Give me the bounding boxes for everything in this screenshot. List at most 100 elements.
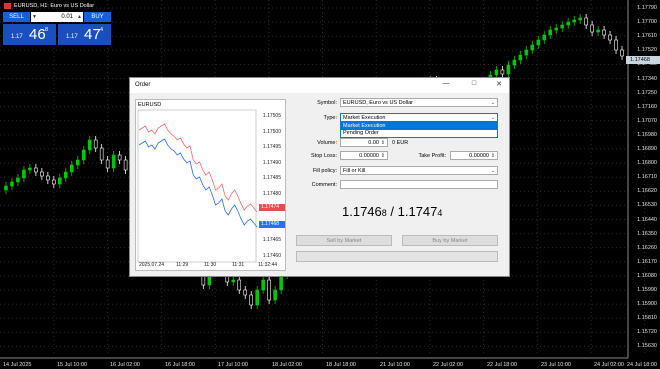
price-tick-label: 1.16710 xyxy=(637,174,657,181)
price-tick-label: 1.15720 xyxy=(637,329,657,336)
type-label: Type: xyxy=(323,115,337,121)
symbol-flag-icon xyxy=(4,3,11,9)
close-icon[interactable]: ✕ xyxy=(494,80,504,88)
candle-body xyxy=(620,49,624,57)
tick-price-label: 1.17505 xyxy=(262,113,281,119)
chevron-up-icon[interactable]: ▲ xyxy=(76,14,83,20)
volume-stepper[interactable]: ▼ 0.01 ▲ xyxy=(31,12,83,22)
maximize-icon[interactable]: □ xyxy=(469,80,479,87)
candle-body xyxy=(536,39,541,46)
chart-title-text: EURUSD, H1: Euro vs US Dollar xyxy=(14,3,95,9)
price-tick-label: 1.17520 xyxy=(637,47,657,54)
fill-policy-select[interactable]: Fill or Kill ⌄ xyxy=(340,166,498,175)
buy-price-pip: 4 xyxy=(100,27,104,33)
buy-by-market-button[interactable]: Buy by Market xyxy=(402,235,498,246)
type-dropdown-list: Market Execution Pending Order xyxy=(340,122,498,138)
volume-field-value: 0.00 xyxy=(368,140,379,146)
spinner-icon[interactable]: ⇕ xyxy=(381,139,385,147)
tick-price-label: 1.17460 xyxy=(262,252,281,259)
candle-body xyxy=(117,154,122,161)
time-tick-label: 14 Jul 2025 xyxy=(3,362,32,368)
comment-label: Comment: xyxy=(311,182,337,188)
candle-body xyxy=(58,177,62,185)
time-tick-label: 22 Jul 02:00 xyxy=(433,362,463,368)
candle-body xyxy=(111,154,116,169)
price-tick-label: 1.17340 xyxy=(637,75,657,82)
candle-body xyxy=(10,181,14,187)
price-tick-label: 1.15810 xyxy=(637,315,657,322)
sell-by-market-button[interactable]: Sell by Market xyxy=(296,235,392,246)
tick-chart: EURUSD 1.17505 1.17500 1.17495 1.17490 1.174… xyxy=(135,99,286,271)
buy-price-display[interactable]: 1.17 47 4 xyxy=(58,24,111,45)
symbol-select[interactable]: EURUSD, Euro vs US Dollar ⌄ xyxy=(340,98,498,107)
sell-price-prefix: 1.17 xyxy=(11,34,23,40)
type-option-pending[interactable]: Pending Order xyxy=(341,130,497,137)
time-tick-label: 15 Jul 10:00 xyxy=(57,362,87,368)
spinner-icon[interactable]: ⇕ xyxy=(491,152,495,160)
candle-body xyxy=(93,139,98,149)
time-tick-label: 21 Jul 10:00 xyxy=(380,362,410,368)
candle-body xyxy=(608,34,612,41)
take-profit-label: Take Profit: xyxy=(418,153,446,159)
stop-loss-field[interactable]: 0.00000 ⇕ xyxy=(340,151,388,160)
time-tick-label: 24 Jul 02:00 xyxy=(594,362,624,368)
candle-body xyxy=(243,289,248,296)
tick-price-label: 1.17490 xyxy=(262,159,281,166)
candle-body xyxy=(52,179,56,185)
tick-time-label: 11:32:44 xyxy=(258,262,278,268)
buy-price-prefix: 1.17 xyxy=(66,34,78,40)
bid-tick-line xyxy=(138,138,258,228)
tick-price-label: 1.17500 xyxy=(262,128,281,135)
candle-body xyxy=(614,39,618,51)
candle-body xyxy=(500,69,505,75)
stop-loss-value: 0.00000 xyxy=(359,153,379,159)
take-profit-field[interactable]: 0.00000 ⇕ xyxy=(450,151,498,160)
type-select-value: Market Execution xyxy=(343,115,386,121)
candle-body xyxy=(249,294,253,306)
ask-price-tag: 1.17474 xyxy=(259,204,285,211)
candle-body xyxy=(75,159,80,166)
price-tick-label: 1.17700 xyxy=(637,19,657,26)
order-status-bar xyxy=(296,251,498,262)
volume-unit: 0 EUR xyxy=(392,140,409,146)
tick-time-label: 11:31 xyxy=(232,262,245,268)
chevron-down-icon[interactable]: ▼ xyxy=(31,14,38,20)
chevron-down-icon: ⌄ xyxy=(490,100,495,106)
type-select[interactable]: Market Execution ⌄ xyxy=(340,113,498,122)
candle-body xyxy=(596,29,600,33)
sell-button[interactable]: SELL xyxy=(3,12,30,22)
candle-body xyxy=(237,279,242,291)
buy-button[interactable]: BUY xyxy=(84,12,111,22)
tick-price-label: 1.17495 xyxy=(262,144,281,150)
candle-body xyxy=(578,17,582,21)
volume-value[interactable]: 0.01 xyxy=(38,14,76,20)
candle-body xyxy=(105,159,110,169)
candle-body xyxy=(63,171,68,179)
time-tick-label: 16 Jul 02:00 xyxy=(110,362,140,368)
time-tick-label: 23 Jul 10:00 xyxy=(541,362,571,368)
minimize-icon[interactable]: — xyxy=(441,80,451,87)
type-option-market[interactable]: Market Execution xyxy=(341,123,497,130)
sell-price-display[interactable]: 1.17 46 8 xyxy=(3,24,56,45)
spinner-icon[interactable]: ⇕ xyxy=(381,152,385,160)
price-tick-label: 1.16080 xyxy=(637,272,657,279)
time-tick-label: 16 Jul 18:00 xyxy=(165,362,195,368)
candle-body xyxy=(602,29,606,36)
price-tick-label: 1.15900 xyxy=(637,301,657,308)
candle-body xyxy=(34,167,38,173)
volume-field[interactable]: 0.00 ⇕ xyxy=(340,138,388,147)
chart-symbol-title: EURUSD, H1: Euro vs US Dollar xyxy=(4,3,94,9)
symbol-select-value: EURUSD, Euro vs US Dollar xyxy=(343,100,413,106)
time-tick-label: 24 Jul 18:00 xyxy=(627,362,657,368)
time-tick-label: 18 Jul 18:00 xyxy=(326,362,356,368)
chevron-down-icon: ⌄ xyxy=(490,115,495,121)
price-tick-label: 1.17250 xyxy=(637,89,657,96)
candle-body xyxy=(566,21,570,26)
candle-body xyxy=(494,69,499,76)
candle-body xyxy=(554,27,559,31)
comment-field[interactable] xyxy=(340,180,498,189)
candle-body xyxy=(46,175,50,181)
tick-price-label: 1.17465 xyxy=(262,237,281,243)
candle-body xyxy=(231,279,236,283)
time-tick-label: 22 Jul 18:00 xyxy=(487,362,517,368)
